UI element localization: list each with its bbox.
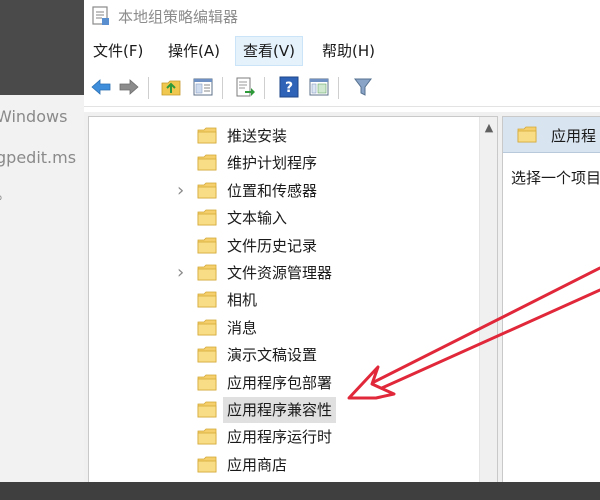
tree-item[interactable]: 文件历史记录 <box>89 233 479 259</box>
tree-item[interactable]: 应用程序包部署 <box>89 370 479 396</box>
folder-icon <box>197 291 217 308</box>
tree-item-label: 文件资源管理器 <box>227 264 333 282</box>
show-hide-tree-icon[interactable] <box>192 76 214 98</box>
background-window: Windows gpedit.ms 。 <box>0 0 84 500</box>
tree-item-label: 应用程序包部署 <box>227 373 333 392</box>
folder-icon <box>197 182 217 199</box>
folder-icon <box>197 209 217 226</box>
folder-icon <box>197 374 217 390</box>
tree-item-label: 维护计划程序 <box>227 154 318 173</box>
tree-item-label: 相机 <box>227 291 258 310</box>
folder-icon <box>197 456 217 473</box>
tree-item[interactable]: 应用程序运行时 <box>89 424 479 450</box>
tree-item-label: 推送安装 <box>227 127 288 145</box>
menu-file[interactable]: 文件(F) <box>86 36 150 66</box>
tree-item[interactable]: 文本输入 <box>89 205 479 231</box>
details-description: 选择一个项目 <box>511 169 600 187</box>
filter-icon[interactable] <box>352 76 374 98</box>
tree-item-label: 文件历史记录 <box>227 236 318 255</box>
tree-item-label: 应用程序运行时 <box>227 428 333 447</box>
policy-editor-icon <box>92 6 109 25</box>
background-text-3: 。 <box>0 180 12 204</box>
export-list-icon[interactable] <box>234 76 256 98</box>
help-icon[interactable]: ? <box>278 76 300 98</box>
menu-action[interactable]: 操作(A) <box>161 36 227 66</box>
tree-item-label: 演示文稿设置 <box>227 346 318 365</box>
background-bottom-bar <box>0 482 600 500</box>
background-text-1: Windows <box>0 107 68 126</box>
background-dark-area <box>0 0 84 95</box>
properties-icon[interactable] <box>308 76 330 98</box>
details-header: 应用程 <box>503 117 600 153</box>
background-text-2: gpedit.ms <box>0 148 77 167</box>
tree-item[interactable]: 维护计划程序 <box>89 150 479 176</box>
tree-item[interactable]: 演示文稿设置 <box>89 342 479 368</box>
folder-icon <box>517 126 537 143</box>
svg-text:?: ? <box>285 80 293 96</box>
tree-item[interactable]: › 文件资源管理器 <box>89 260 479 286</box>
tree-item-label: 消息 <box>227 318 258 337</box>
tree-item[interactable]: 应用商店 <box>89 452 479 478</box>
menu-view[interactable]: 查看(V) <box>235 36 303 66</box>
toolbar-separator <box>222 77 223 99</box>
chevron-right-icon[interactable]: › <box>177 181 189 199</box>
up-folder-icon[interactable] <box>160 76 182 98</box>
tree-item-label: 应用商店 <box>227 455 288 474</box>
back-arrow-icon[interactable] <box>90 76 112 98</box>
toolbar: ? <box>84 69 600 107</box>
gpedit-window: 本地组策略编辑器 文件(F) 操作(A) 查看(V) 帮助(H) ? 推送安装 … <box>84 0 600 482</box>
tree-pane: 推送安装维护计划程序 › 位置和传感器 文本输入文件历史记录 › 文件资源管理器 相机消息演… <box>88 116 498 482</box>
folder-icon <box>197 401 217 418</box>
menu-help[interactable]: 帮助(H) <box>315 36 382 66</box>
toolbar-separator <box>338 77 339 99</box>
toolbar-separator <box>148 77 149 99</box>
forward-arrow-icon[interactable] <box>118 76 140 98</box>
details-pane: 应用程 选择一个项目 <box>502 116 600 482</box>
tree-item[interactable]: 应用程序兼容性 <box>89 397 479 423</box>
details-header-title: 应用程 <box>551 127 597 145</box>
toolbar-separator <box>264 77 265 99</box>
tree-item[interactable]: › 位置和传感器 <box>89 178 479 204</box>
folder-icon <box>197 154 217 171</box>
folder-icon <box>197 319 217 336</box>
tree-scrollbar[interactable]: ▲ <box>479 117 497 482</box>
folder-icon <box>197 428 217 445</box>
tree-item-label: 位置和传感器 <box>227 181 318 200</box>
tree-item-label: 文本输入 <box>227 209 288 228</box>
folder-icon <box>197 237 217 253</box>
tree-item[interactable]: 消息 <box>89 315 479 341</box>
chevron-right-icon[interactable]: › <box>177 264 189 282</box>
folder-icon <box>197 264 217 281</box>
title-bar[interactable]: 本地组策略编辑器 <box>84 0 600 34</box>
window-title: 本地组策略编辑器 <box>118 8 239 26</box>
folder-icon <box>197 346 217 363</box>
tree-item[interactable]: 相机 <box>89 287 479 313</box>
menu-bar: 文件(F) 操作(A) 查看(V) 帮助(H) <box>84 36 600 66</box>
scroll-up-icon[interactable]: ▲ <box>484 122 494 133</box>
content-area: 推送安装维护计划程序 › 位置和传感器 文本输入文件历史记录 › 文件资源管理器 相机消息演… <box>84 112 600 482</box>
tree-item[interactable]: 推送安装 <box>89 123 479 149</box>
tree-item-label: 应用程序兼容性 <box>227 401 333 419</box>
folder-icon <box>197 127 217 144</box>
